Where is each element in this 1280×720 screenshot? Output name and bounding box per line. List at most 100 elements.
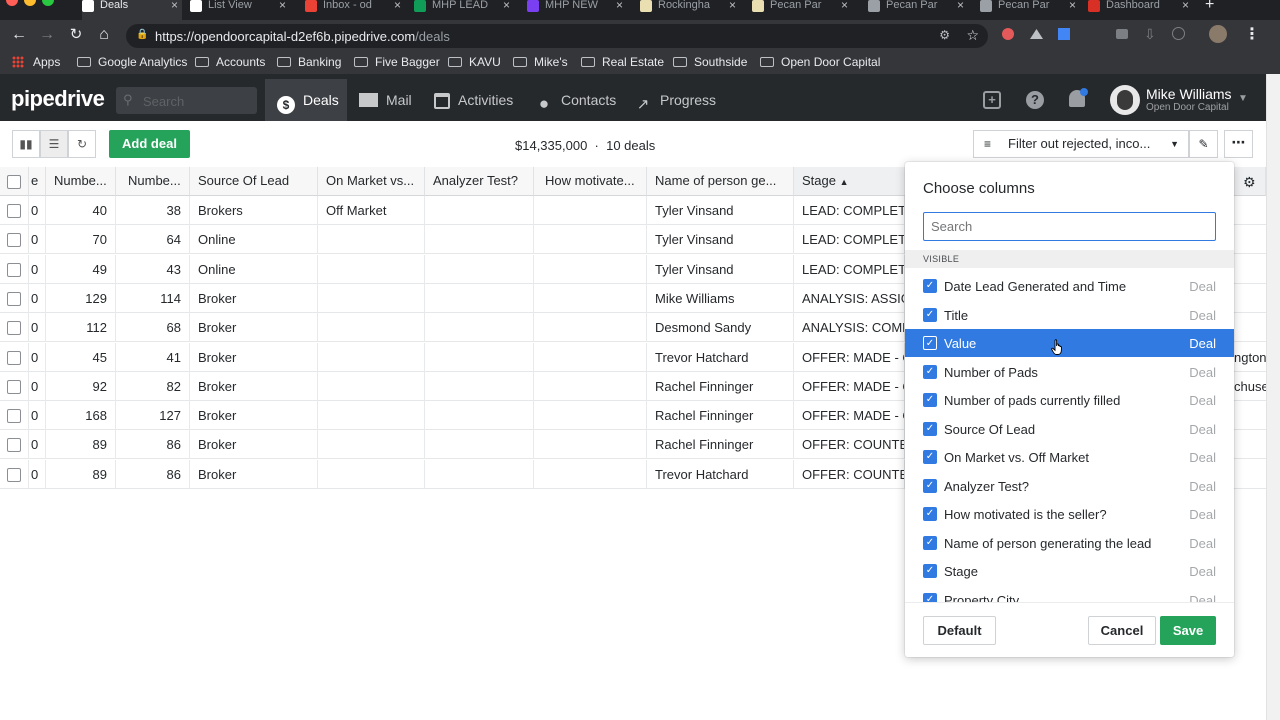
column-list[interactable]: ✓ Date Lead Generated and Time Deal ✓ Title D…: [905, 272, 1234, 602]
table-cell[interactable]: 114: [116, 283, 190, 313]
bookmark-real-estate[interactable]: Real Estate: [581, 55, 664, 69]
table-cell[interactable]: 0: [29, 196, 46, 225]
table-cell[interactable]: 0: [29, 342, 46, 372]
column-checkbox[interactable]: ✓: [923, 535, 937, 550]
table-cell[interactable]: Broker: [190, 401, 318, 431]
browser-menu-icon[interactable]: ⋮: [1244, 24, 1260, 44]
nav-contacts[interactable]: ● Contacts: [535, 79, 616, 121]
row-checkbox[interactable]: [7, 262, 21, 277]
table-cell[interactable]: [318, 459, 425, 489]
table-cell[interactable]: 68: [116, 313, 190, 343]
table-cell[interactable]: OFFER: MADE - Co: [794, 371, 905, 401]
list-view-button[interactable]: ☰: [40, 130, 68, 158]
column-option[interactable]: ✓ Analyzer Test? Deal: [905, 472, 1234, 500]
tab-close-icon[interactable]: ×: [171, 0, 178, 11]
column-header[interactable]: How motivate...: [534, 167, 647, 196]
table-cell[interactable]: ANALYSIS: COMPL: [794, 313, 905, 343]
table-cell-overflow[interactable]: ngton: [1234, 343, 1266, 372]
bookmark-mikes[interactable]: Mike's: [513, 55, 568, 69]
table-cell[interactable]: Trevor Hatchard: [647, 342, 794, 372]
table-cell[interactable]: [425, 283, 534, 313]
column-header[interactable]: Numbe...: [116, 167, 190, 196]
table-cell[interactable]: 168: [46, 401, 116, 431]
bookmark-accounts[interactable]: Accounts: [195, 55, 265, 69]
table-cell[interactable]: Rachel Finninger: [647, 401, 794, 431]
table-cell[interactable]: [534, 401, 647, 431]
table-cell[interactable]: Rachel Finninger: [647, 430, 794, 460]
row-checkbox[interactable]: [7, 409, 21, 424]
column-header[interactable]: On Market vs...: [318, 167, 425, 196]
table-cell[interactable]: [425, 196, 534, 225]
table-cell[interactable]: [318, 225, 425, 255]
help-icon[interactable]: ?: [1026, 91, 1044, 109]
global-search-input[interactable]: ⚲ Search: [116, 87, 257, 114]
table-cell[interactable]: [534, 371, 647, 401]
column-settings-gear-icon[interactable]: ⚙: [1243, 174, 1256, 191]
add-deal-button[interactable]: Add deal: [109, 130, 190, 158]
column-header[interactable]: Source Of Lead: [190, 167, 318, 196]
row-checkbox[interactable]: [7, 321, 21, 336]
tab-close-icon[interactable]: ×: [957, 0, 964, 11]
table-cell[interactable]: [318, 283, 425, 313]
column-option[interactable]: ✓ Date Lead Generated and Time Deal: [905, 272, 1234, 300]
table-cell[interactable]: [425, 430, 534, 460]
table-cell[interactable]: Mike Williams: [647, 283, 794, 313]
select-all-checkbox[interactable]: [7, 175, 21, 189]
browser-tab[interactable]: Pecan Par ×: [980, 0, 1080, 20]
bookmark-apps[interactable]: Apps: [12, 55, 60, 69]
table-cell[interactable]: 43: [116, 254, 190, 284]
column-option[interactable]: ✓ Number of pads currently filled Deal: [905, 386, 1234, 414]
minimize-window-button[interactable]: [24, 0, 36, 6]
row-checkbox[interactable]: [7, 233, 21, 248]
table-cell[interactable]: [425, 225, 534, 255]
table-cell[interactable]: 0: [29, 225, 46, 255]
home-icon[interactable]: ⌂: [95, 26, 113, 44]
column-checkbox[interactable]: ✓: [923, 592, 937, 602]
column-option[interactable]: ✓ On Market vs. Off Market Deal: [905, 443, 1234, 471]
translate-icon[interactable]: ⚙: [939, 28, 950, 42]
table-cell[interactable]: 112: [46, 313, 116, 343]
table-cell[interactable]: Off Market: [318, 196, 425, 225]
table-cell[interactable]: Brokers: [190, 196, 318, 225]
column-option[interactable]: ✓ Property City Deal: [905, 586, 1234, 602]
select-all-header[interactable]: [0, 167, 29, 196]
table-cell-overflow[interactable]: [1234, 460, 1266, 489]
table-cell[interactable]: [425, 459, 534, 489]
column-header[interactable]: Analyzer Test?: [425, 167, 534, 196]
table-cell[interactable]: 89: [46, 430, 116, 460]
bookmark-southside[interactable]: Southside: [673, 55, 747, 69]
table-cell[interactable]: 82: [116, 371, 190, 401]
profile-avatar-icon[interactable]: [1209, 25, 1227, 43]
browser-tab[interactable]: MHP LEAD ×: [414, 0, 514, 20]
close-window-button[interactable]: [6, 0, 18, 6]
table-cell-overflow[interactable]: [1234, 430, 1266, 459]
table-cell[interactable]: [318, 342, 425, 372]
calendar-extension-icon[interactable]: [1058, 28, 1070, 40]
browser-tab[interactable]: Inbox - od ×: [305, 0, 405, 20]
table-cell[interactable]: 70: [46, 225, 116, 255]
chevron-down-icon[interactable]: ▼: [1238, 93, 1248, 104]
table-cell[interactable]: Online: [190, 254, 318, 284]
table-cell[interactable]: [534, 196, 647, 225]
table-cell[interactable]: 0: [29, 254, 46, 284]
more-options-button[interactable]: ⋯: [1224, 130, 1253, 158]
table-cell[interactable]: [534, 430, 647, 460]
column-search-input[interactable]: [923, 212, 1216, 241]
table-cell[interactable]: [534, 254, 647, 284]
table-cell[interactable]: 86: [116, 459, 190, 489]
row-checkbox[interactable]: [7, 291, 21, 306]
table-cell-overflow[interactable]: chuset: [1234, 372, 1266, 401]
column-option[interactable]: ✓ Name of person generating the lead Deal: [905, 529, 1234, 557]
table-cell[interactable]: 64: [116, 225, 190, 255]
table-cell[interactable]: 40: [46, 196, 116, 225]
maximize-window-button[interactable]: [42, 0, 54, 6]
bookmark-banking[interactable]: Banking: [277, 55, 341, 69]
save-button[interactable]: Save: [1160, 616, 1216, 645]
table-cell[interactable]: [425, 313, 534, 343]
table-cell[interactable]: [534, 225, 647, 255]
table-cell[interactable]: 0: [29, 459, 46, 489]
column-checkbox[interactable]: ✓: [923, 307, 937, 322]
table-cell[interactable]: Tyler Vinsand: [647, 196, 794, 225]
filter-dropdown[interactable]: ≡ Filter out rejected, inco... ▼: [973, 130, 1189, 158]
tab-close-icon[interactable]: ×: [503, 0, 510, 11]
